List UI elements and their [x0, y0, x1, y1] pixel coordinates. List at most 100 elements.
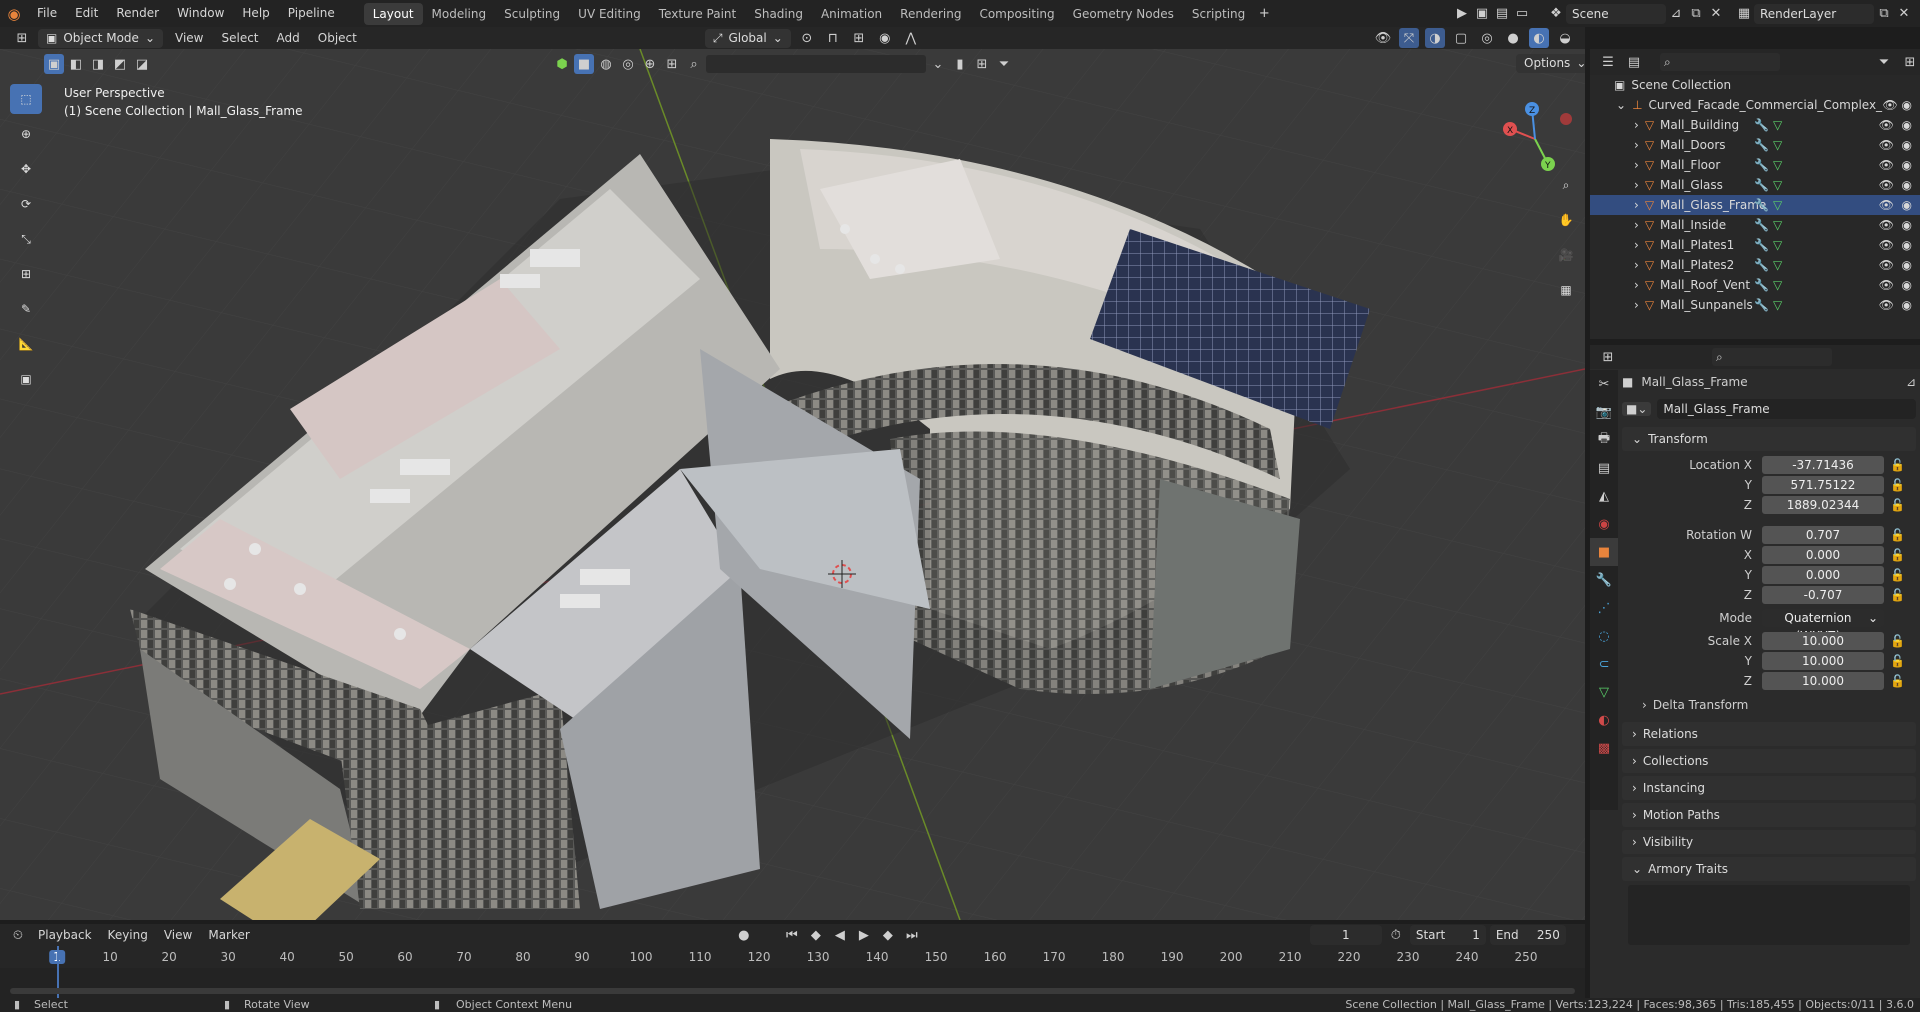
outliner-collection-row[interactable]: ⌄ ⊥ Curved_Facade_Commercial_Complex_ 👁 …	[1590, 95, 1920, 115]
play-reverse-icon[interactable]: ◀	[830, 925, 850, 945]
search-input[interactable]	[706, 55, 926, 73]
output-tab-icon[interactable]: 🖶	[1590, 426, 1618, 454]
object-type-icon[interactable]: ⬢	[552, 54, 572, 74]
render-camera-icon[interactable]: ◉	[1902, 138, 1912, 152]
lock-icon[interactable]: 🔓	[1890, 568, 1905, 582]
editor-type-icon[interactable]: ⏲	[8, 925, 28, 945]
menu-object[interactable]: Object	[312, 31, 363, 45]
tab-rendering[interactable]: Rendering	[891, 3, 970, 25]
visibility-eye-icon[interactable]: 👁	[1879, 278, 1894, 292]
tab-modeling[interactable]: Modeling	[423, 3, 496, 25]
jump-start-icon[interactable]: ⏮	[782, 925, 802, 945]
chevron-right-icon[interactable]: ›	[1634, 158, 1639, 172]
panel-header-visibility[interactable]: › Visibility	[1622, 830, 1916, 854]
visibility-eye-icon[interactable]: 👁	[1879, 138, 1894, 152]
lock-icon[interactable]: 🔓	[1890, 548, 1905, 562]
move-tool-icon[interactable]: ✥	[10, 154, 42, 184]
chevron-down-icon[interactable]: ⌄	[928, 54, 948, 74]
jump-end-icon[interactable]: ⏭	[902, 925, 922, 945]
start-frame-field[interactable]: Start 1	[1409, 925, 1486, 945]
pin-icon[interactable]: ⊿	[1666, 4, 1686, 24]
options-dropdown[interactable]: Options ⌄	[1516, 54, 1585, 73]
menu-marker[interactable]: Marker	[202, 928, 255, 942]
menu-select[interactable]: Select	[215, 31, 264, 45]
render-camera-icon[interactable]: ◉	[1902, 258, 1912, 272]
chevron-right-icon[interactable]: ›	[1634, 238, 1639, 252]
pin-icon[interactable]: ⊿	[1906, 375, 1916, 389]
clock-icon[interactable]: ⏱	[1386, 925, 1406, 945]
render-camera-icon[interactable]: ◉	[1902, 278, 1912, 292]
delete-view-layer-icon[interactable]: ✕	[1894, 4, 1914, 24]
world-tab-icon[interactable]: ◉	[1590, 510, 1618, 538]
overlay-icon[interactable]: ◑	[1425, 28, 1445, 48]
select-subtract-icon[interactable]: ◨	[88, 54, 108, 74]
particles-tab-icon[interactable]: ⋰	[1590, 594, 1618, 622]
next-keyframe-icon[interactable]: ◆	[878, 925, 898, 945]
tab-texture-paint[interactable]: Texture Paint	[650, 3, 745, 25]
chevron-down-icon[interactable]: ⌄	[1616, 98, 1626, 112]
mesh-data-icon[interactable]: ▽	[1773, 178, 1782, 192]
modifier-icon[interactable]: 🔧	[1754, 238, 1769, 252]
modifier-icon[interactable]: 🔧	[1754, 218, 1769, 232]
rotation-mode-dropdown[interactable]: Quaternion (WXYZ) ⌄	[1762, 609, 1884, 643]
outliner-object-row[interactable]: › ▽ Mall_Doors 🔧 ▽ 👁 ◉	[1590, 135, 1920, 155]
mesh-data-icon[interactable]: ▽	[1773, 138, 1782, 152]
modifier-icon[interactable]: 🔧	[1754, 158, 1769, 172]
lock-icon[interactable]: 🔓	[1890, 588, 1905, 602]
outliner-object-row[interactable]: › ▽ Mall_Building 🔧 ▽ 👁 ◉	[1590, 115, 1920, 135]
render-camera-icon[interactable]: ◉	[1902, 218, 1912, 232]
cursor-tool-icon[interactable]: ⊕	[10, 119, 42, 149]
render-camera-icon[interactable]: ◉	[1902, 118, 1912, 132]
outliner-search-input[interactable]: ⌕	[1660, 53, 1780, 71]
data-tab-icon[interactable]: ▽	[1590, 678, 1618, 706]
view-layer-field[interactable]: RenderLayer	[1754, 3, 1874, 24]
visibility-eye-icon[interactable]: 👁	[1879, 198, 1894, 212]
new-collection-icon[interactable]: ⊞	[1900, 52, 1920, 72]
camera-view-icon[interactable]: 🎥	[1550, 240, 1582, 270]
mesh-data-icon[interactable]: ▽	[1773, 278, 1782, 292]
filter-icon[interactable]: ⏷	[1874, 52, 1894, 72]
snap-icon[interactable]: ⊓	[823, 28, 843, 48]
lock-icon[interactable]: 🔓	[1890, 654, 1905, 668]
modifier-icon[interactable]: 🔧	[1754, 178, 1769, 192]
lock-icon[interactable]: 🔓	[1890, 528, 1905, 542]
material-tab-icon[interactable]: ◐	[1590, 706, 1618, 734]
outliner-object-row[interactable]: › ▽ Mall_Glass_Frame 🔧 ▽ 👁 ◉	[1590, 195, 1920, 215]
mesh-data-icon[interactable]: ▽	[1773, 118, 1782, 132]
zoom-icon[interactable]: ⌕	[1550, 170, 1582, 200]
end-frame-field[interactable]: End 250	[1489, 925, 1566, 945]
timeline-scrollbar[interactable]	[10, 988, 1575, 994]
menu-keying[interactable]: Keying	[102, 928, 154, 942]
menu-add[interactable]: Add	[271, 31, 306, 45]
rotation-y-field[interactable]: 0.000	[1762, 566, 1884, 584]
outliner-object-row[interactable]: › ▽ Mall_Sunpanels 🔧 ▽ 👁 ◉	[1590, 295, 1920, 315]
scene-field[interactable]: Scene	[1566, 3, 1666, 24]
pivot-icon[interactable]: ⊙	[797, 28, 817, 48]
render-camera-icon[interactable]: ◉	[1902, 158, 1912, 172]
modifier-icon[interactable]: 🔧	[1754, 278, 1769, 292]
rendered-shading-icon[interactable]: ◒	[1555, 28, 1575, 48]
menu-help[interactable]: Help	[233, 0, 278, 27]
empty-filter-icon[interactable]: ⊕	[640, 54, 660, 74]
render-image-icon[interactable]: ▣	[1472, 4, 1492, 24]
material-shading-icon[interactable]: ◐	[1529, 28, 1549, 48]
editor-type-icon[interactable]: ☰	[1598, 52, 1618, 72]
display-mode-icon[interactable]: ▤	[1624, 52, 1644, 72]
new-view-layer-icon[interactable]: ⧉	[1874, 4, 1894, 24]
lock-icon[interactable]: 🔓	[1890, 478, 1905, 492]
location-x-field[interactable]: -37.71436	[1762, 456, 1884, 474]
scene-tab-icon[interactable]: ◭	[1590, 482, 1618, 510]
visibility-eye-icon[interactable]: 👁 ◉	[1882, 98, 1912, 112]
mode-dropdown[interactable]: ▣ Object Mode ⌄	[38, 28, 163, 48]
bookmark-icon[interactable]: ▮	[950, 54, 970, 74]
tab-animation[interactable]: Animation	[812, 3, 891, 25]
scale-x-field[interactable]: 10.000	[1762, 632, 1884, 650]
visibility-icon[interactable]: 👁	[1373, 28, 1393, 48]
ortho-grid-icon[interactable]: ▦	[1550, 275, 1582, 305]
scale-z-field[interactable]: 10.000	[1762, 672, 1884, 690]
transform-tool-icon[interactable]: ⊞	[10, 259, 42, 289]
render-tab-icon[interactable]: 📷	[1590, 398, 1618, 426]
chevron-right-icon[interactable]: ›	[1634, 178, 1639, 192]
visibility-eye-icon[interactable]: 👁	[1879, 158, 1894, 172]
chevron-right-icon[interactable]: ›	[1634, 198, 1639, 212]
